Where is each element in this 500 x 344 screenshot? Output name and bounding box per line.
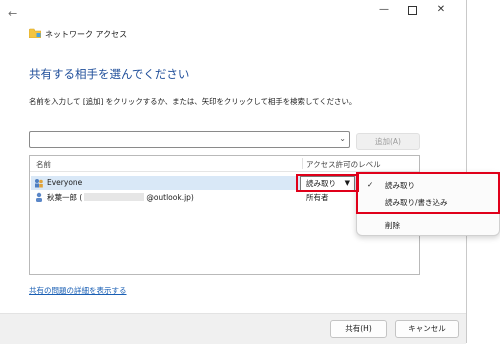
maximize-icon <box>407 6 417 15</box>
column-header-level[interactable]: アクセス許可のレベル <box>306 159 381 170</box>
highlight-box-menu <box>356 172 500 214</box>
share-button[interactable]: 共有(H) <box>330 320 387 338</box>
user-icon <box>34 192 44 205</box>
title-bar: ← — ✕ <box>0 0 466 28</box>
add-button[interactable]: 追加(A) <box>356 133 420 150</box>
row-name-everyone: Everyone <box>47 178 83 187</box>
dialog-footer: 共有(H) キャンセル <box>0 313 466 344</box>
column-header-name[interactable]: 名前 <box>36 159 51 170</box>
maximize-button[interactable] <box>402 3 422 17</box>
owner-level-text: 所有者 <box>306 193 329 202</box>
list-header: 名前 アクセス許可のレベル <box>30 156 419 172</box>
page-title: 共有する相手を選んでください <box>29 67 190 81</box>
redacted-email <box>84 193 145 201</box>
column-divider[interactable] <box>302 158 303 169</box>
menu-item-remove[interactable]: 削除 <box>357 217 499 231</box>
menu-item-label: 削除 <box>385 221 400 230</box>
row-name-owner: 秋葉一郎 ( @outlook.jp) <box>47 192 194 203</box>
highlight-box-dropdown <box>296 174 359 192</box>
back-arrow-icon[interactable]: ← <box>8 8 17 20</box>
cancel-button[interactable]: キャンセル <box>395 320 459 338</box>
owner-name-suffix: @outlook.jp) <box>146 193 194 202</box>
minimize-button[interactable]: — <box>374 3 394 17</box>
network-folder-icon <box>29 28 41 38</box>
help-link[interactable]: 共有の問題の詳細を表示する <box>29 285 127 296</box>
name-input[interactable]: ⌄ <box>29 131 350 148</box>
chevron-down-icon[interactable]: ⌄ <box>339 134 346 143</box>
owner-name-prefix: 秋葉一郎 ( <box>47 193 83 202</box>
window-title: ネットワーク アクセス <box>45 30 128 39</box>
instruction-text: 名前を入力して [追加] をクリックするか、または、矢印をクリックして相手を検索… <box>29 97 357 106</box>
close-button[interactable]: ✕ <box>431 3 451 17</box>
